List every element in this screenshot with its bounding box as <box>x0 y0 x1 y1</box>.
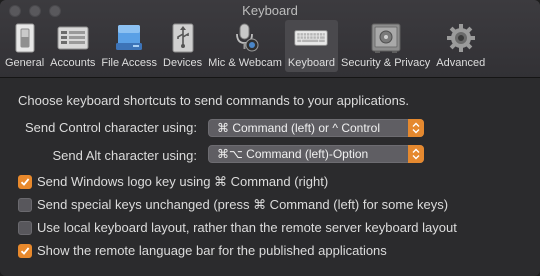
pane-heading: Choose keyboard shortcuts to send comman… <box>18 93 409 108</box>
option-windows-logo-key[interactable]: Send Windows logo key using ⌘ Command (r… <box>18 174 328 190</box>
tab-security-privacy[interactable]: Security & Privacy <box>338 20 433 72</box>
option-label: Use local keyboard layout, rather than t… <box>37 220 457 235</box>
control-character-label: Send Control character using: <box>25 120 197 135</box>
tab-devices[interactable]: Devices <box>160 20 205 72</box>
tab-general[interactable]: General <box>2 20 47 72</box>
option-local-keyboard-layout[interactable]: Use local keyboard layout, rather than t… <box>18 220 457 235</box>
alt-character-select[interactable]: ⌘⌥ Command (left)-Option <box>208 145 424 163</box>
tab-advanced[interactable]: Advanced <box>433 20 488 72</box>
checkbox-local-keyboard-layout[interactable] <box>18 220 32 235</box>
tab-label: File Access <box>101 57 158 69</box>
safe-icon <box>369 22 403 54</box>
switch-icon <box>8 22 42 54</box>
chevron-updown-icon <box>408 119 424 137</box>
tab-label: General <box>5 57 45 69</box>
tab-label: Devices <box>163 57 203 69</box>
alt-character-label: Send Alt character using: <box>52 148 197 163</box>
tab-label: Accounts <box>50 57 96 69</box>
control-character-select[interactable]: ⌘ Command (left) or ^ Control <box>208 119 424 137</box>
tab-file-access[interactable]: File Access <box>98 20 160 72</box>
tab-label: Keyboard <box>287 57 336 69</box>
checkbox-special-keys-unchanged[interactable] <box>18 198 32 212</box>
tab-keyboard[interactable]: Keyboard <box>284 20 339 72</box>
preferences-toolbar: General Accounts File Access Devices Mic… <box>2 20 488 72</box>
tab-label: Security & Privacy <box>341 57 431 69</box>
tab-mic-webcam[interactable]: Mic & Webcam <box>205 20 285 72</box>
preferences-window: Keyboard General Accounts File Access De… <box>0 0 540 276</box>
control-character-value: ⌘ Command (left) or ^ Control <box>217 121 381 135</box>
accounts-icon <box>56 22 90 54</box>
tab-accounts[interactable]: Accounts <box>47 20 98 72</box>
tab-label: Mic & Webcam <box>208 57 282 69</box>
drive-icon <box>112 22 146 54</box>
window-title: Keyboard <box>242 3 298 18</box>
keyboard-icon <box>294 22 329 54</box>
checkbox-windows-logo-key[interactable] <box>18 175 32 189</box>
option-label: Send special keys unchanged (press ⌘ Com… <box>37 197 449 212</box>
option-special-keys-unchanged[interactable]: Send special keys unchanged (press ⌘ Com… <box>18 197 448 213</box>
microphone-icon <box>228 22 262 54</box>
option-label: Send Windows logo key using ⌘ Command (r… <box>37 174 329 189</box>
titlebar: Keyboard General Accounts File Access De… <box>0 0 540 78</box>
checkbox-remote-language-bar[interactable] <box>18 243 32 258</box>
option-label: Show the remote language bar for the pub… <box>37 243 387 258</box>
usb-icon <box>166 22 200 54</box>
option-remote-language-bar[interactable]: Show the remote language bar for the pub… <box>18 243 387 258</box>
keyboard-pane: Choose keyboard shortcuts to send comman… <box>0 79 540 276</box>
tab-label: Advanced <box>436 57 486 69</box>
chevron-updown-icon <box>408 145 424 163</box>
alt-character-value: ⌘⌥ Command (left)-Option <box>217 147 369 161</box>
gear-icon <box>444 22 478 54</box>
